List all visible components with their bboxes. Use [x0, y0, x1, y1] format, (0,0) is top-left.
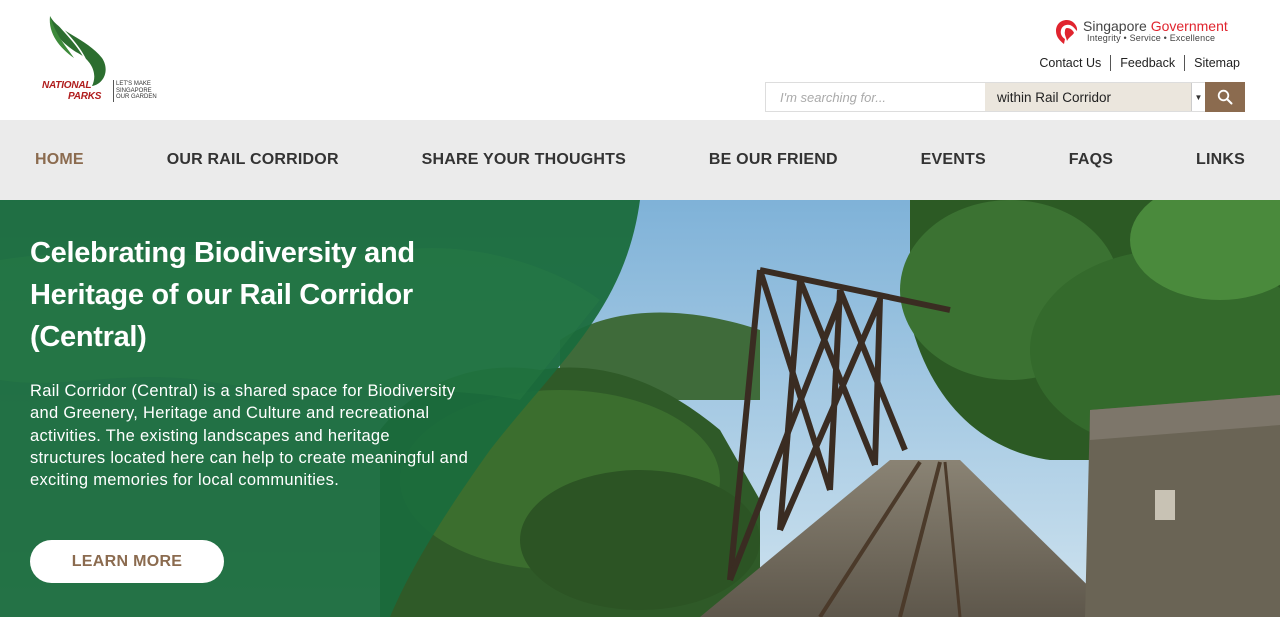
leaf-logo-icon — [49, 16, 106, 86]
gov-title-part2: Government — [1150, 18, 1228, 34]
utility-links: Contact Us Feedback Sitemap — [1030, 55, 1240, 71]
contact-us-link[interactable]: Contact Us — [1030, 56, 1110, 70]
learn-more-button[interactable]: LEARN MORE — [30, 540, 224, 583]
hero-title: Celebrating Biodiversity and Heritage of… — [30, 237, 415, 353]
hero-text-block: Celebrating Biodiversity and Heritage of… — [30, 232, 470, 491]
site-header: NATIONAL PARKS LET'S MAKE SINGAPORE OUR … — [0, 0, 1280, 120]
nav-events[interactable]: EVENTS — [921, 151, 986, 169]
nav-be-our-friend[interactable]: BE OUR FRIEND — [709, 151, 838, 169]
hero-banner: Celebrating Biodiversity and Heritage of… — [0, 200, 1280, 617]
gov-motto: Integrity • Service • Excellence — [1087, 33, 1216, 43]
search-input[interactable] — [765, 82, 985, 112]
hero-description: Rail Corridor (Central) is a shared spac… — [30, 382, 469, 490]
search-scope-select[interactable]: within Rail Corridor ▼ — [985, 82, 1205, 112]
singapore-government-brand[interactable]: Singapore Government Integrity • Service… — [1055, 17, 1245, 47]
search-scope-value: within Rail Corridor — [997, 90, 1112, 105]
nav-links[interactable]: LINKS — [1196, 151, 1245, 169]
nav-faqs[interactable]: FAQS — [1069, 151, 1113, 169]
main-nav: HOME OUR RAIL CORRIDOR SHARE YOUR THOUGH… — [0, 120, 1280, 200]
search-bar: within Rail Corridor ▼ — [765, 82, 1245, 112]
lion-head-icon — [1056, 20, 1078, 44]
gov-title: Singapore Government — [1083, 18, 1228, 34]
logo-word-parks: PARKS — [68, 91, 102, 102]
national-parks-logo[interactable]: NATIONAL PARKS LET'S MAKE SINGAPORE OUR … — [40, 14, 165, 104]
search-button[interactable] — [1205, 82, 1245, 112]
feedback-link[interactable]: Feedback — [1111, 56, 1184, 70]
logo-divider — [113, 80, 114, 102]
nav-our-rail-corridor[interactable]: OUR RAIL CORRIDOR — [167, 151, 339, 169]
nav-home[interactable]: HOME — [35, 151, 84, 169]
chevron-down-icon[interactable]: ▼ — [1191, 83, 1205, 111]
search-icon — [1217, 89, 1233, 105]
gov-title-part1: Singapore — [1083, 18, 1147, 34]
logo-tagline: LET'S MAKE SINGAPORE OUR GARDEN — [116, 81, 157, 100]
nav-share-your-thoughts[interactable]: SHARE YOUR THOUGHTS — [422, 151, 626, 169]
sitemap-link[interactable]: Sitemap — [1185, 56, 1240, 70]
logo-word-national: NATIONAL — [42, 80, 92, 91]
